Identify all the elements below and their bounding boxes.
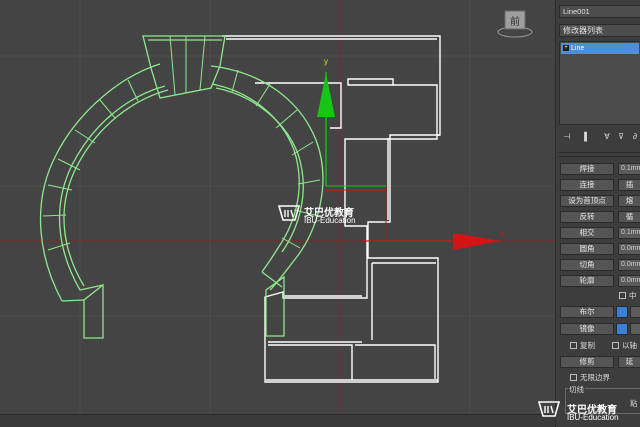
- ibu-logo-icon: [278, 205, 300, 221]
- viewcube-face-label: 前: [510, 15, 520, 28]
- copy-checkbox-label: 复制: [580, 341, 595, 350]
- outline-spinner[interactable]: 0.0mm: [618, 275, 640, 287]
- copy-checkbox[interactable]: [570, 342, 577, 349]
- tangent-group-label: 切线: [568, 384, 585, 395]
- front-viewport[interactable]: y x 前 艾巴优教育 IBU-Education: [0, 0, 555, 427]
- boolean-union-icon[interactable]: [616, 306, 628, 318]
- weld-button[interactable]: 焊接: [560, 163, 614, 175]
- crossinsert-spinner[interactable]: 0.1mm: [618, 227, 640, 239]
- expand-icon[interactable]: +: [563, 45, 569, 51]
- stack-toolbar: ⊣ ▌ ∀ ⊽ ∂: [559, 130, 640, 144]
- timeline-strip[interactable]: [0, 414, 555, 427]
- modifier-stack-item-line[interactable]: + Line: [561, 43, 639, 54]
- mirror-button[interactable]: 镜像: [560, 323, 614, 335]
- infinite-bounds-label: 无限边界: [580, 373, 610, 382]
- viewcube[interactable]: 前: [497, 8, 533, 38]
- reverse-button[interactable]: 反转: [560, 211, 614, 223]
- fillet-button[interactable]: 圆角: [560, 243, 614, 255]
- configure-sets-icon[interactable]: ∂: [629, 132, 640, 142]
- center-checkbox[interactable]: [619, 292, 626, 299]
- make-first-button[interactable]: 设为首顶点: [560, 195, 614, 207]
- make-unique-icon[interactable]: ∀: [601, 132, 613, 142]
- about-pivot-label: 以轴: [622, 341, 637, 350]
- y-axis-arrow[interactable]: [317, 73, 335, 117]
- insert-button[interactable]: 插: [618, 179, 640, 191]
- modifier-stack-item-label: Line: [571, 45, 585, 52]
- connect-button[interactable]: 连接: [560, 179, 614, 191]
- outline-button[interactable]: 轮廓: [560, 275, 614, 287]
- chamfer-button[interactable]: 切角: [560, 259, 614, 271]
- mirror-horizontal-icon[interactable]: [616, 323, 628, 335]
- infinite-bounds-checkbox[interactable]: [570, 374, 577, 381]
- watermark-subtitle: IBU-Education: [304, 216, 356, 225]
- watermark-subtitle: IBU-Education: [567, 413, 619, 422]
- command-panel: Line001 修改器列表 + Line ⊣ ▌ ∀ ⊽ ∂ 焊接 0.1mm …: [555, 0, 640, 427]
- about-pivot-checkbox[interactable]: [612, 342, 619, 349]
- modifier-stack[interactable]: + Line: [559, 41, 640, 125]
- show-end-result-icon[interactable]: ▌: [581, 132, 593, 142]
- crossinsert-button[interactable]: 相交: [560, 227, 614, 239]
- object-name-field[interactable]: Line001: [559, 5, 640, 18]
- remove-modifier-icon[interactable]: ⊽: [615, 132, 627, 142]
- boolean-button[interactable]: 布尔: [560, 306, 614, 318]
- trim-button[interactable]: 修剪: [560, 356, 614, 368]
- ibu-logo-icon: [537, 401, 561, 417]
- chamfer-spinner[interactable]: 0.0mm: [618, 259, 640, 271]
- fillet-spinner[interactable]: 0.0mm: [618, 243, 640, 255]
- divider: [559, 152, 640, 153]
- cycle-button[interactable]: 循: [618, 211, 640, 223]
- center-watermark: 艾巴优教育 IBU-Education: [278, 204, 360, 228]
- mirror-vertical-icon[interactable]: [630, 323, 640, 335]
- center-checkbox-label: 中: [629, 291, 637, 300]
- divider: [559, 156, 640, 157]
- boolean-subtract-icon[interactable]: [630, 306, 640, 318]
- x-axis-arrow[interactable]: [453, 233, 500, 250]
- weld-threshold-spinner[interactable]: 0.1mm: [618, 163, 640, 175]
- pin-stack-icon[interactable]: ⊣: [561, 132, 573, 142]
- x-axis-label: x: [500, 229, 504, 238]
- fuse-button[interactable]: 熔: [618, 195, 640, 207]
- corner-watermark: 艾巴优教育 IBU-Education: [537, 400, 637, 424]
- modifier-list-dropdown[interactable]: 修改器列表: [559, 24, 640, 37]
- y-axis-label: y: [324, 57, 328, 66]
- extend-button[interactable]: 延: [618, 356, 640, 368]
